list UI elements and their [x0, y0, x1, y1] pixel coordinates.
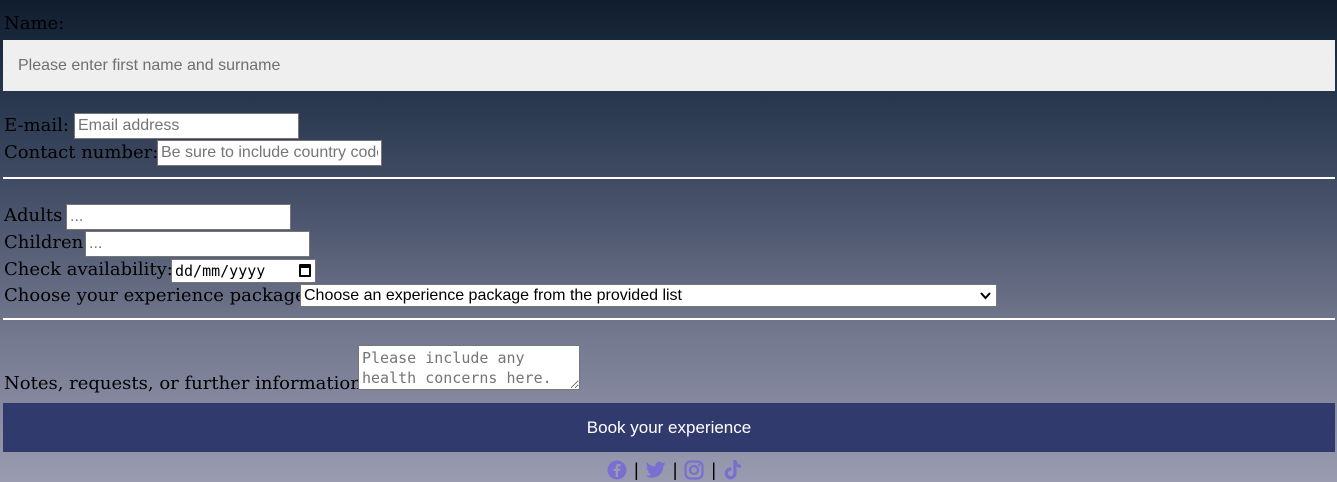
facebook-icon[interactable]	[606, 459, 628, 481]
twitter-icon[interactable]	[645, 459, 667, 481]
availability-label: Check availability:	[4, 259, 173, 280]
name-label: Name:	[4, 13, 65, 34]
name-input[interactable]	[3, 40, 1335, 91]
children-input[interactable]	[85, 231, 310, 257]
section-divider	[3, 318, 1335, 320]
package-select[interactable]: Choose an experience package from the pr…	[300, 284, 997, 307]
contact-label: Contact number:	[4, 142, 159, 163]
social-links: | | |	[606, 459, 744, 481]
tiktok-icon[interactable]	[722, 459, 744, 481]
separator: |	[672, 460, 678, 480]
chevron-down-icon	[980, 288, 991, 303]
separator: |	[634, 460, 639, 480]
date-value: dd/mm/yyyy	[175, 262, 266, 280]
adults-label: Adults	[4, 205, 63, 226]
instagram-icon[interactable]	[683, 459, 705, 481]
package-label: Choose your experience package:	[4, 285, 312, 306]
calendar-icon[interactable]	[299, 264, 311, 277]
package-selected-value: Choose an experience package from the pr…	[304, 286, 682, 304]
section-divider	[3, 177, 1335, 179]
contact-number-input[interactable]	[157, 140, 382, 166]
email-input[interactable]	[74, 113, 299, 139]
email-label: E-mail:	[4, 115, 69, 136]
notes-textarea[interactable]	[358, 345, 580, 390]
adults-input[interactable]	[66, 204, 291, 230]
children-label: Children	[4, 232, 84, 253]
book-experience-button[interactable]: Book your experience	[3, 403, 1335, 452]
separator: |	[711, 460, 717, 480]
availability-date-input[interactable]: dd/mm/yyyy	[171, 259, 316, 283]
notes-label: Notes, requests, or further information:	[4, 373, 368, 394]
